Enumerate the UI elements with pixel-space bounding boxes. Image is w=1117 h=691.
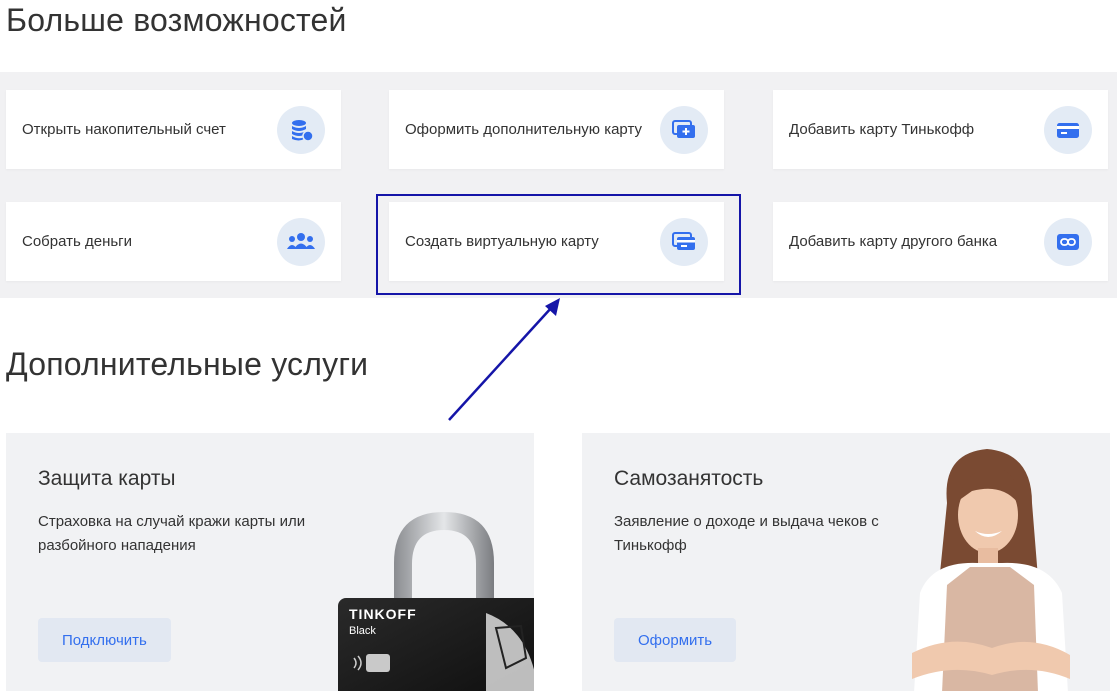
card-icon: [1044, 105, 1092, 154]
tile-label: Добавить карту другого банка: [789, 232, 998, 250]
card-brand-name: TINKOFF: [349, 606, 417, 622]
tile-add-other-bank-card[interactable]: Добавить карту другого банка: [773, 202, 1108, 281]
woman-illustration: [912, 449, 1070, 691]
link-icon: [1044, 217, 1092, 266]
tile-label: Открыть накопительный счет: [22, 120, 226, 138]
tile-create-virtual-card[interactable]: Создать виртуальную карту: [389, 202, 724, 281]
tile-add-tinkoff-card[interactable]: Добавить карту Тинькофф: [773, 90, 1108, 169]
tile-label: Оформить дополнительную карту: [405, 120, 642, 138]
card-self-employment-promo: Самозанятость Заявление о доходе и выдач…: [582, 433, 1110, 691]
card-description: Заявление о доходе и выдача чеков с Тинь…: [614, 513, 879, 554]
card-description: Страховка на случай кражи карты или разб…: [38, 513, 306, 554]
add-card-icon: [660, 105, 708, 154]
virtual-card-icon: [660, 217, 708, 266]
tile-label: Собрать деньги: [22, 232, 133, 250]
tile-label: Создать виртуальную карту: [405, 232, 599, 250]
people-group-icon: [277, 217, 325, 266]
tile-issue-additional-card[interactable]: Оформить дополнительную карту: [389, 90, 724, 169]
card-protection-promo: Защита карты Страховка на случай кражи к…: [6, 433, 534, 691]
coins-stack-icon: [277, 105, 325, 154]
tile-open-savings-account[interactable]: Открыть накопительный счет: [6, 90, 341, 169]
section-title-additional-services: Дополнительные услуги: [6, 346, 369, 382]
apply-button[interactable]: Оформить: [614, 618, 737, 662]
tile-collect-money[interactable]: Собрать деньги: [6, 202, 341, 281]
connect-button[interactable]: Подключить: [38, 618, 171, 662]
padlock-card-illustration: [338, 512, 534, 691]
section-title-more-features: Больше возможностей: [6, 2, 347, 38]
card-title: Самозанятость: [614, 467, 764, 490]
tile-label: Добавить карту Тинькофф: [789, 120, 975, 138]
card-title: Защита карты: [38, 467, 176, 490]
card-type-label: Black: [349, 625, 376, 637]
